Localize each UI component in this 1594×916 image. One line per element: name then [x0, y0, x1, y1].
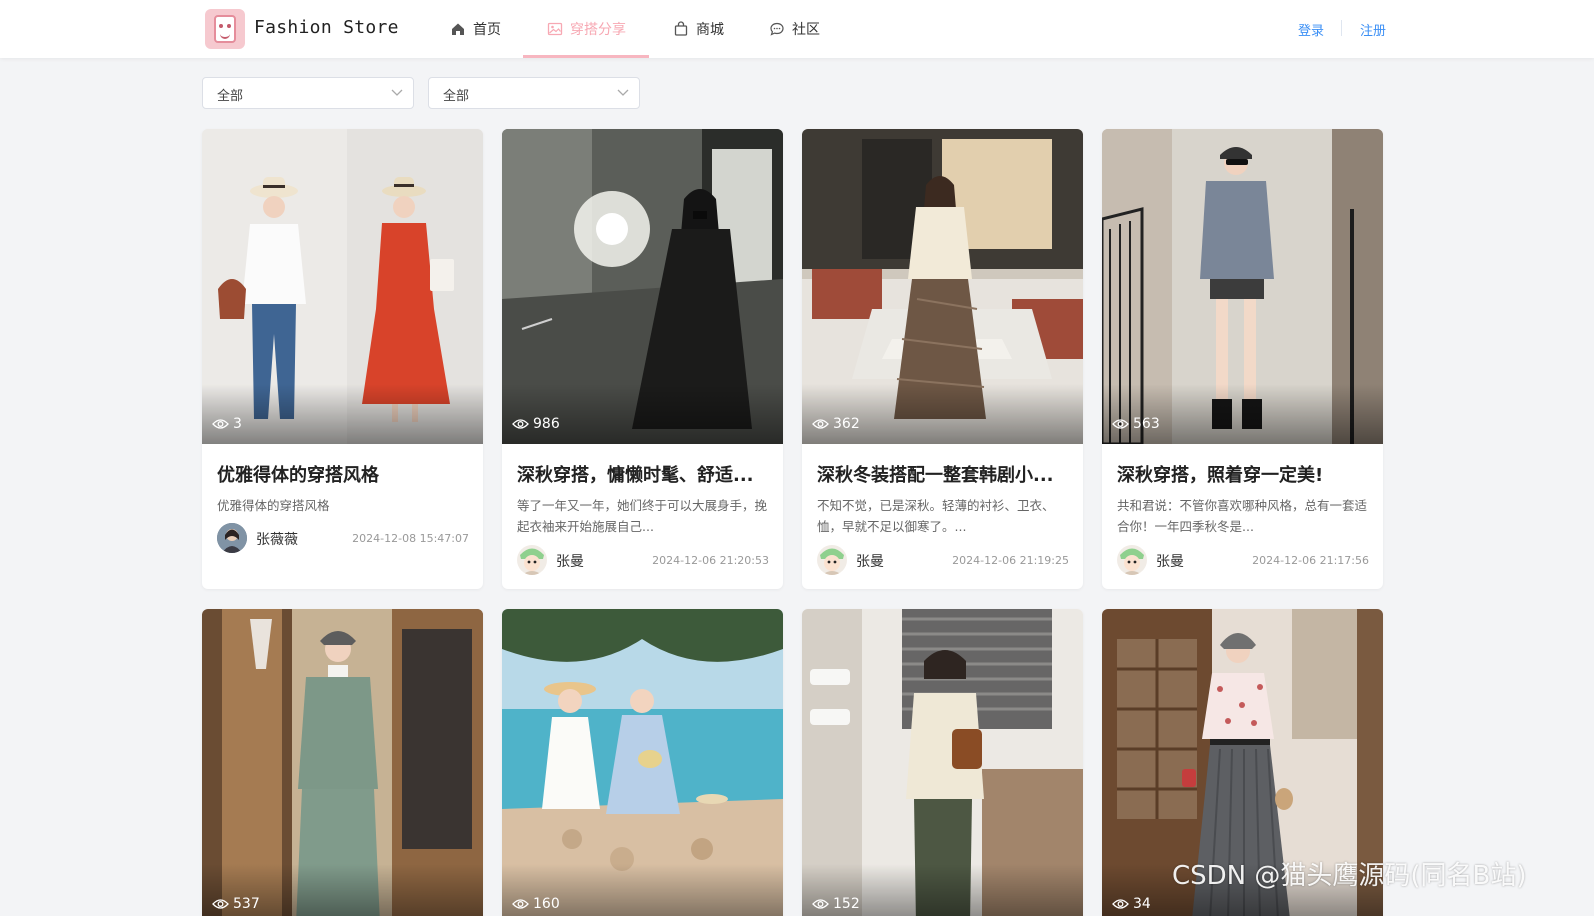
nav-outfit-share-label: 穿搭分享 — [570, 22, 626, 38]
view-count-value: 537 — [233, 896, 260, 912]
post-date: 2024-12-08 15:47:07 — [352, 532, 469, 545]
top-navbar: Fashion Store 首页 穿搭分享 商城 社区 登录 注册 — [0, 0, 1594, 58]
view-count: 563 — [1112, 416, 1160, 432]
post-author-row: 张薇薇 2024-12-08 15:47:07 — [217, 523, 469, 553]
chevron-down-icon — [391, 89, 403, 96]
post-photo[interactable]: 986 — [502, 129, 783, 444]
image-icon — [547, 22, 563, 36]
post-description: 等了一年又一年，她们终于可以大展身手，挽起衣袖来开始施展自己... — [517, 498, 768, 534]
post-description: 优雅得体的穿搭风格 — [217, 498, 330, 513]
post-date: 2024-12-06 21:19:25 — [952, 554, 1069, 567]
post-photo[interactable]: 563 — [1102, 129, 1383, 444]
view-count-value: 34 — [1133, 896, 1151, 912]
watermark-text: CSDN @猫头鹰源码(同名B站) — [1172, 861, 1527, 891]
eye-icon — [1112, 899, 1129, 909]
view-count: 160 — [512, 896, 560, 912]
post-title[interactable]: 深秋穿搭，慵懒时髦、舒适... — [517, 461, 767, 487]
nav-mall-label: 商城 — [696, 22, 724, 38]
nav-home-label: 首页 — [473, 22, 501, 38]
view-count: 362 — [812, 416, 860, 432]
category-filter-select[interactable]: 全部 — [202, 77, 414, 109]
author-avatar[interactable] — [1117, 545, 1147, 575]
nav-community[interactable]: 社区 — [769, 0, 820, 58]
post-description: 共和君说：不管你喜欢哪种风格，总有一套适合你！一年四季秋冬是... — [1117, 498, 1368, 534]
view-count-value: 3 — [233, 416, 242, 432]
view-count: 3 — [212, 416, 242, 432]
post-photo[interactable]: 152 — [802, 609, 1083, 916]
view-count-value: 986 — [533, 416, 560, 432]
view-count: 34 — [1112, 896, 1151, 912]
active-tab-indicator — [523, 55, 649, 58]
post-date: 2024-12-06 21:17:56 — [1252, 554, 1369, 567]
author-avatar[interactable] — [817, 545, 847, 575]
eye-icon — [812, 419, 829, 429]
eye-icon — [212, 899, 229, 909]
post-author-row: 张曼 2024-12-06 21:19:25 — [817, 545, 1069, 575]
post-title[interactable]: 深秋穿搭，照着穿一定美! — [1117, 461, 1367, 487]
eye-icon — [812, 899, 829, 909]
nav-outfit-share[interactable]: 穿搭分享 — [547, 0, 626, 58]
style-filter-select[interactable]: 全部 — [428, 77, 640, 109]
author-name[interactable]: 张曼 — [1156, 551, 1184, 571]
author-avatar[interactable] — [217, 523, 247, 553]
post-card[interactable]: 152 — [802, 609, 1083, 916]
post-author-row: 张曼 2024-12-06 21:17:56 — [1117, 545, 1369, 575]
style-filter-value: 全部 — [443, 89, 470, 104]
chevron-down-icon — [617, 89, 629, 96]
view-count-value: 160 — [533, 896, 560, 912]
post-card[interactable]: 986 深秋穿搭，慵懒时髦、舒适... 等了一年又一年，她们终于可以大展身手，挽… — [502, 129, 783, 589]
post-title[interactable]: 优雅得体的穿搭风格 — [217, 461, 467, 487]
shopping-bag-icon — [674, 21, 688, 36]
view-count: 537 — [212, 896, 260, 912]
home-icon — [452, 23, 464, 35]
eye-icon — [512, 419, 529, 429]
author-name[interactable]: 张曼 — [556, 551, 584, 571]
login-link[interactable]: 登录 — [1298, 20, 1324, 39]
view-count: 152 — [812, 896, 860, 912]
view-count: 986 — [512, 416, 560, 432]
eye-icon — [1112, 419, 1129, 429]
nav-community-label: 社区 — [792, 22, 820, 38]
register-link[interactable]: 注册 — [1360, 20, 1386, 39]
post-title[interactable]: 深秋冬装搭配一整套韩剧小... — [817, 461, 1067, 487]
eye-icon — [212, 419, 229, 429]
nav-mall[interactable]: 商城 — [673, 0, 724, 58]
post-photo[interactable]: 3 — [202, 129, 483, 444]
post-card[interactable]: 362 深秋冬装搭配一整套韩剧小... 不知不觉，已是深秋。轻薄的衬衫、卫衣、恤… — [802, 129, 1083, 589]
author-name[interactable]: 张薇薇 — [256, 529, 298, 549]
post-description: 不知不觉，已是深秋。轻薄的衬衫、卫衣、恤，早就不足以御寒了。... — [817, 498, 1055, 534]
category-filter-value: 全部 — [217, 89, 244, 104]
brand-name[interactable]: Fashion Store — [254, 17, 399, 38]
view-count-value: 563 — [1133, 416, 1160, 432]
post-date: 2024-12-06 21:20:53 — [652, 554, 769, 567]
author-name[interactable]: 张曼 — [856, 551, 884, 571]
post-card[interactable]: 3 优雅得体的穿搭风格 优雅得体的穿搭风格 张薇薇 2024-12-08 15:… — [202, 129, 483, 589]
post-card[interactable]: 537 — [202, 609, 483, 916]
post-photo[interactable]: 160 — [502, 609, 783, 916]
post-photo[interactable]: 362 — [802, 129, 1083, 444]
view-count-value: 362 — [833, 416, 860, 432]
brand-logo-icon[interactable] — [205, 9, 245, 49]
view-count-value: 152 — [833, 896, 860, 912]
post-card[interactable]: 563 深秋穿搭，照着穿一定美! 共和君说：不管你喜欢哪种风格，总有一套适合你！… — [1102, 129, 1383, 589]
chat-bubble-icon — [770, 22, 784, 36]
nav-home[interactable]: 首页 — [450, 0, 501, 58]
post-author-row: 张曼 2024-12-06 21:20:53 — [517, 545, 769, 575]
post-card[interactable]: 160 — [502, 609, 783, 916]
author-avatar[interactable] — [517, 545, 547, 575]
auth-divider — [1341, 20, 1342, 36]
eye-icon — [512, 899, 529, 909]
post-photo[interactable]: 537 — [202, 609, 483, 916]
